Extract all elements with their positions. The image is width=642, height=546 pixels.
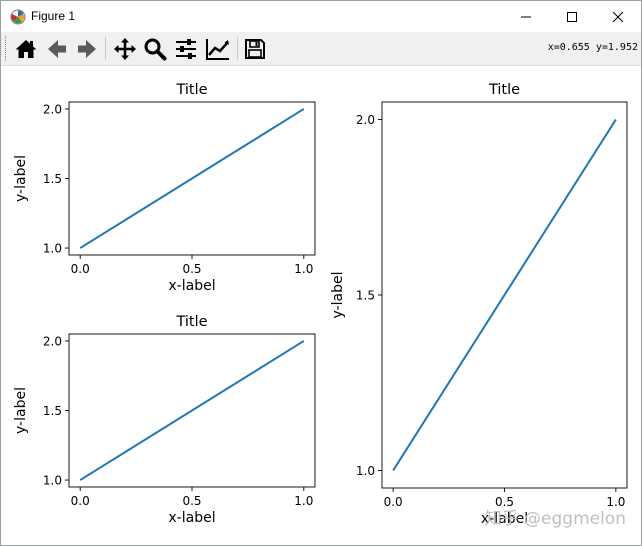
zoom-magnifier-icon [144, 38, 167, 60]
axes-title: Title [488, 82, 520, 98]
axes-title: Title [175, 82, 207, 98]
x-tick-label: 1.0 [294, 262, 313, 276]
edit-axis-button[interactable] [204, 35, 232, 62]
y-tick-label: 1.5 [43, 172, 62, 186]
toolbar-separator [105, 37, 106, 60]
forward-arrow-icon [78, 39, 96, 58]
close-button[interactable] [595, 1, 641, 32]
back-arrow-icon [48, 39, 66, 58]
x-tick-label: 1.0 [294, 494, 313, 508]
zoom-button[interactable] [141, 35, 169, 62]
forward-button[interactable] [73, 35, 101, 62]
figure-window: Figure 1 x=0.655 y=1.952 0.0 0.5 1.0 1.0… [0, 0, 642, 546]
watermark-text: 知乎 @eggmelon [485, 509, 626, 529]
x-axis-label: x-label [168, 278, 215, 294]
minimize-icon [521, 16, 531, 17]
y-tick-label: 1.0 [43, 474, 62, 488]
figure-canvas[interactable]: 0.0 0.5 1.0 1.0 1.5 2.0 Title x-label y-label 0.0… [1, 66, 641, 544]
y-tick-label: 2.0 [43, 102, 62, 116]
maximize-button[interactable] [549, 1, 595, 32]
home-button[interactable] [12, 35, 40, 62]
x-tick-label: 0.0 [384, 495, 403, 509]
y-tick-label: 1.5 [43, 404, 62, 418]
matplotlib-logo-icon [10, 9, 26, 25]
back-button[interactable] [43, 35, 71, 62]
pan-move-icon [114, 37, 136, 60]
cursor-coordinates: x=0.655 y=1.952 [547, 42, 638, 53]
edit-axis-curve-icon [206, 38, 229, 60]
navigation-toolbar: x=0.655 y=1.952 [1, 32, 641, 66]
subplots-sliders-icon [176, 38, 196, 59]
x-tick-label: 1.0 [606, 495, 625, 509]
x-tick-label: 0.5 [495, 495, 514, 509]
y-tick-label: 1.0 [43, 242, 62, 256]
x-tick-label: 0.0 [71, 494, 90, 508]
maximize-icon [567, 11, 577, 22]
toolbar-separator [237, 37, 238, 60]
toolbar-grip[interactable] [5, 36, 9, 61]
subplots-button[interactable] [172, 35, 200, 62]
pan-button[interactable] [111, 35, 139, 62]
y-tick-label: 2.0 [43, 334, 62, 348]
y-axis-label: y-label [330, 272, 346, 319]
home-icon [15, 39, 37, 58]
x-axis-label: x-label [168, 510, 215, 526]
y-axis-label: y-label [13, 387, 29, 434]
minimize-button[interactable] [503, 1, 549, 32]
close-icon [612, 11, 624, 22]
axes-title: Title [175, 314, 207, 330]
title-bar: Figure 1 [1, 1, 641, 32]
y-tick-label: 1.5 [356, 289, 375, 303]
x-tick-label: 0.0 [71, 262, 90, 276]
window-title: Figure 1 [31, 9, 76, 23]
save-button[interactable] [241, 35, 269, 62]
y-tick-label: 2.0 [356, 113, 375, 127]
x-tick-label: 0.5 [182, 262, 201, 276]
y-axis-label: y-label [13, 155, 29, 202]
y-tick-label: 1.0 [356, 464, 375, 478]
x-tick-label: 0.5 [182, 494, 201, 508]
save-floppy-icon [245, 38, 265, 59]
